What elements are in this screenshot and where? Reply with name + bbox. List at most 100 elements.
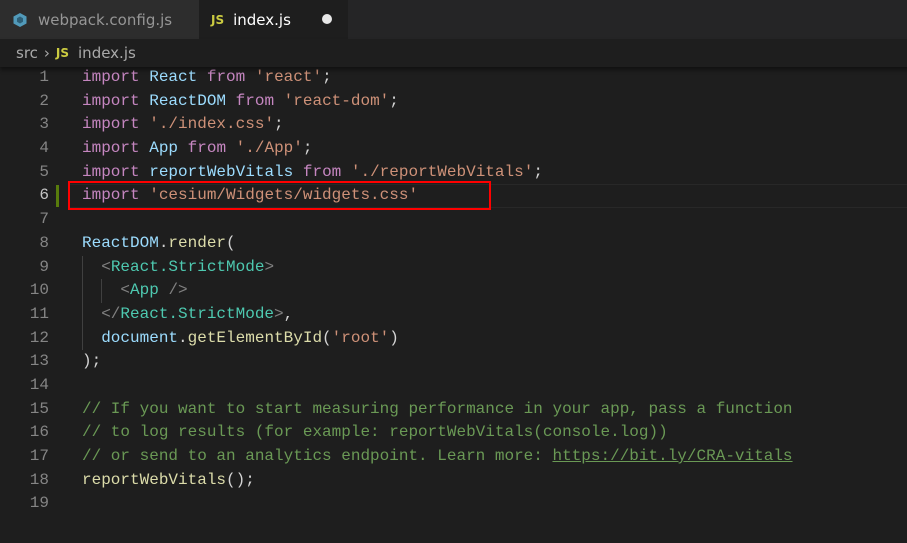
code-line[interactable]: 8 ReactDOM.render(	[0, 232, 907, 256]
tab-label: index.js	[233, 10, 291, 29]
code-token: import	[82, 115, 140, 134]
code-line[interactable]: 10 <App />	[0, 279, 907, 303]
code-token: <	[120, 281, 131, 300]
code-text: <App />	[82, 279, 188, 303]
code-token: from	[235, 91, 275, 110]
code-token: document	[101, 328, 179, 347]
breadcrumb-file[interactable]: index.js	[78, 44, 136, 62]
code-text: document.getElementById('root')	[82, 327, 399, 351]
code-line[interactable]: 2 import ReactDOM from 'react-dom';	[0, 90, 907, 114]
code-line[interactable]: 14	[0, 374, 907, 398]
code-token: (	[226, 233, 236, 252]
code-line[interactable]: 4 import App from './App';	[0, 137, 907, 161]
code-token: from	[302, 162, 342, 181]
code-line[interactable]: 19	[0, 492, 907, 516]
code-token: (	[322, 328, 332, 347]
code-line[interactable]: 11 </React.StrictMode>,	[0, 303, 907, 327]
line-number: 12	[29, 328, 49, 347]
code-line[interactable]: 16 // to log results (for example: report…	[0, 421, 907, 445]
code-token: )	[389, 328, 399, 347]
code-token: './reportWebVitals'	[350, 162, 534, 181]
code-token: reportWebVitals	[149, 162, 294, 181]
tab-label: webpack.config.js	[38, 10, 173, 29]
code-text: import './index.css';	[82, 113, 284, 137]
unsaved-dot-icon[interactable]	[322, 14, 332, 24]
code-text: // If you want to start measuring perfor…	[82, 398, 793, 422]
code-line[interactable]: 15 // If you want to start measuring perf…	[0, 398, 907, 422]
line-number: 17	[29, 447, 49, 465]
line-number: 5	[39, 162, 49, 181]
code-token: >	[274, 304, 284, 323]
code-text: </React.StrictMode>,	[82, 303, 293, 327]
code-token: reportWebVitals	[82, 470, 227, 489]
line-number: 1	[39, 68, 49, 86]
line-number: 19	[29, 494, 49, 513]
code-link[interactable]: https://bit.ly/CRA-vitals	[552, 447, 792, 465]
tab-index-js[interactable]: JS index.js	[199, 0, 348, 39]
code-token: ;	[533, 162, 543, 181]
code-token: from	[206, 68, 246, 86]
code-token: './index.css'	[149, 115, 275, 134]
highlight-box	[68, 181, 491, 210]
code-token: React.StrictMode	[120, 304, 275, 323]
code-token: './App'	[235, 139, 303, 158]
code-text: <React.StrictMode>	[82, 256, 274, 280]
line-number: 6	[39, 186, 49, 205]
chevron-right-icon: ›	[43, 44, 50, 62]
tab-webpack-config[interactable]: webpack.config.js	[0, 0, 199, 39]
code-line[interactable]: 13);	[0, 350, 907, 374]
code-line[interactable]: 7	[0, 208, 907, 232]
code-token: ;	[389, 91, 399, 110]
code-token: ,	[283, 304, 294, 323]
line-number: 11	[29, 304, 49, 323]
line-number: 16	[29, 423, 49, 442]
code-line[interactable]: 17 // or send to an analytics endpoint. L…	[0, 445, 907, 469]
line-number: 10	[29, 281, 49, 300]
code-line[interactable]: 12 document.getElementById('root')	[0, 327, 907, 351]
line-number: 8	[39, 233, 49, 252]
code-token: App	[149, 139, 179, 158]
code-text: );	[82, 350, 101, 374]
line-number: 15	[29, 399, 49, 418]
js-icon: JS	[211, 12, 225, 27]
code-editor[interactable]: 1 import React from 'react'; 2 import React…	[0, 66, 907, 543]
code-text: // to log results (for example: reportWe…	[82, 421, 668, 445]
code-token: App	[130, 281, 159, 300]
code-token: 'react-dom'	[283, 91, 390, 110]
code-token: ();	[226, 470, 255, 489]
code-line[interactable]: 18 reportWebVitals();	[0, 469, 907, 493]
code-token: // If you want to start measuring perfor…	[82, 399, 793, 418]
code-token: .	[158, 233, 169, 252]
code-line[interactable]: 1 import React from 'react';	[0, 66, 907, 90]
code-token: .	[178, 328, 188, 347]
code-token: import	[82, 68, 140, 86]
line-number: 7	[39, 210, 49, 229]
code-text: // or send to an analytics endpoint. Lea…	[82, 445, 793, 469]
code-line[interactable]: 3 import './index.css';	[0, 113, 907, 137]
line-number: 3	[39, 115, 49, 134]
code-line[interactable]: 9 <React.StrictMode>	[0, 256, 907, 280]
code-text: import ReactDOM from 'react-dom';	[82, 90, 399, 114]
code-token: React.StrictMode	[110, 257, 265, 276]
line-number: 14	[29, 375, 49, 394]
breadcrumb-folder[interactable]: src	[16, 44, 38, 62]
line-number: 13	[29, 352, 49, 371]
code-token: />	[168, 281, 188, 300]
code-text: import App from './App';	[82, 137, 312, 161]
code-token: </	[101, 304, 121, 323]
tab-bar: webpack.config.js JS index.js	[0, 0, 907, 39]
code-text: import React from 'react';	[82, 66, 332, 90]
